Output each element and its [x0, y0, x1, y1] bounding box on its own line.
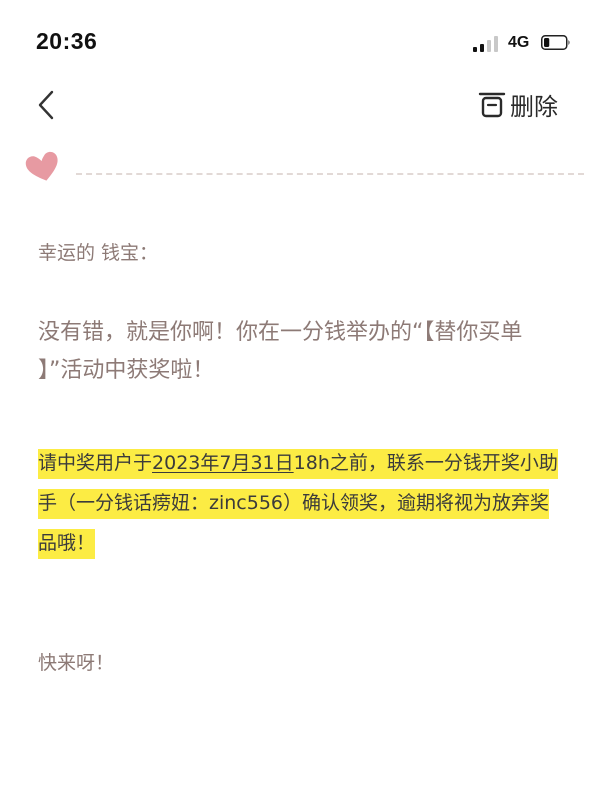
- signal-strength-icon: [473, 36, 499, 52]
- trash-icon: [478, 92, 506, 118]
- prize-notice: 请中奖用户于2023年7月31日18h之前，联系一分钱开奖小助手（一分钱话痨妞：…: [38, 443, 563, 563]
- signal-bar: [494, 36, 498, 52]
- closing-text: 快来呀！: [38, 652, 115, 674]
- notice-text-before: 请中奖用户于: [38, 452, 153, 474]
- chevron-left-icon: [38, 90, 54, 120]
- battery-icon: [541, 35, 570, 50]
- highlighted-notice: 请中奖用户于2023年7月31日18h之前，联系一分钱开奖小助手（一分钱话痨妞：…: [38, 449, 558, 559]
- delete-label: 删除: [510, 92, 558, 121]
- status-bar: 20:36 4G: [0, 0, 596, 70]
- status-time: 20:36: [36, 28, 98, 54]
- network-type: 4G: [508, 34, 530, 51]
- delete-button[interactable]: 删除: [478, 86, 558, 122]
- signal-bar: [487, 40, 491, 52]
- message-text: 没有错，就是你啊！你在一分钱举办的“【替你买单 】”活动中获奖啦！: [38, 320, 523, 383]
- deadline-date: 2023年7月31日: [152, 452, 294, 474]
- greeting-text: 幸运的 钱宝：: [38, 242, 159, 264]
- signal-bar: [480, 44, 484, 52]
- dashed-divider: [76, 173, 584, 175]
- signal-bar: [473, 47, 477, 52]
- back-button[interactable]: [30, 86, 66, 126]
- heart-icon: [25, 151, 58, 181]
